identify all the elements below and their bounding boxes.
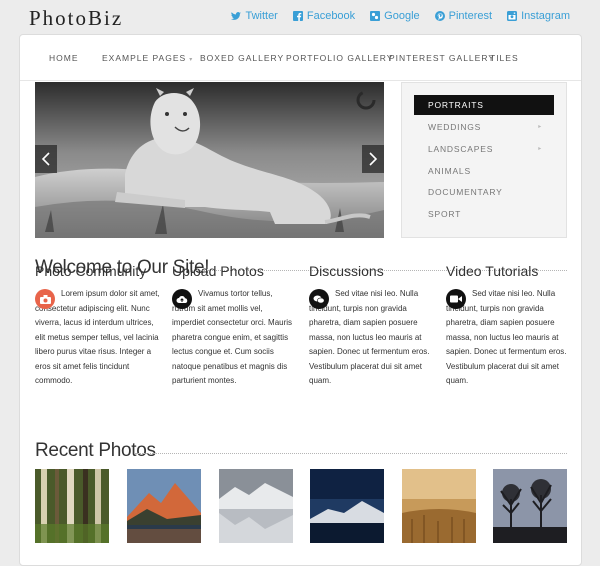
- twitter-icon: [231, 12, 242, 20]
- main-panel: HOME EXAMPLE PAGES ▾ BOXED GALLERY PORTFO…: [19, 34, 582, 566]
- camera-icon: [35, 289, 55, 309]
- nav-item-home[interactable]: HOME: [49, 53, 79, 63]
- video-camera-icon: [446, 289, 466, 309]
- social-link-google[interactable]: Google: [370, 10, 420, 22]
- category-menu: PORTRAITS WEDDINGS ▸ LANDSCAPES ▸ ANIMALS …: [401, 82, 567, 238]
- social-link-twitter[interactable]: Twitter: [231, 10, 278, 22]
- pinterest-icon: [434, 11, 445, 21]
- chevron-left-icon: [41, 152, 50, 166]
- google-icon: [370, 11, 381, 21]
- social-label: Google: [384, 10, 420, 22]
- category-item-sport[interactable]: SPORT: [414, 204, 554, 224]
- category-label: WEDDINGS: [428, 122, 482, 132]
- social-label: Facebook: [306, 10, 356, 22]
- nav-label: BOXED GALLERY: [200, 53, 285, 63]
- nav-item-pinterest-gallery[interactable]: PINTEREST GALLERY: [389, 53, 495, 63]
- feature-photo-community: Photo Community Lorem ipsum dolor sit am…: [35, 263, 160, 385]
- feature-title: Discussions: [309, 263, 384, 279]
- lioness-photo: [35, 82, 384, 238]
- nav-item-tiles[interactable]: TILES: [490, 53, 519, 63]
- slider-prev-button[interactable]: [35, 145, 57, 173]
- nav-label: TILES: [490, 53, 519, 63]
- facebook-icon: [292, 11, 303, 21]
- recent-photos-title: Recent Photos: [35, 440, 156, 461]
- social-label: Pinterest: [448, 10, 493, 22]
- photo-thumbnail-snowy-peak[interactable]: [310, 469, 384, 543]
- feature-video-tutorials: Video Tutorials Sed vitae nisi leo. Null…: [446, 263, 571, 385]
- social-link-instagram[interactable]: Instagram: [507, 10, 570, 22]
- category-label: PORTRAITS: [428, 100, 484, 110]
- photo-thumbnail-forest[interactable]: [35, 469, 109, 543]
- category-label: LANDSCAPES: [428, 144, 494, 154]
- social-link-pinterest[interactable]: Pinterest: [434, 10, 493, 22]
- feature-discussions: Discussions Sed vitae nisi leo. Nulla ti…: [309, 263, 434, 385]
- category-item-documentary[interactable]: DOCUMENTARY: [414, 182, 554, 202]
- social-label: Instagram: [521, 10, 570, 22]
- social-label: Twitter: [245, 10, 278, 22]
- nav-item-boxed-gallery[interactable]: BOXED GALLERY: [200, 53, 284, 63]
- nav-label: PINTEREST GALLERY: [389, 53, 495, 63]
- chat-icon: [309, 289, 329, 309]
- divider: [135, 453, 567, 454]
- nav-item-portfolio-gallery[interactable]: PORTFOLIO GALLERY: [286, 53, 393, 63]
- feature-title: Upload Photos: [172, 263, 264, 279]
- category-label: SPORT: [428, 209, 462, 219]
- hero-slider[interactable]: [35, 82, 384, 238]
- nav-item-example-pages[interactable]: EXAMPLE PAGES ▾: [102, 53, 193, 63]
- social-link-facebook[interactable]: Facebook: [292, 10, 356, 22]
- feature-upload-photos: Upload Photos Vivamus tortor tellus, rut…: [172, 263, 297, 385]
- slider-next-button[interactable]: [362, 145, 384, 173]
- chevron-right-icon: ▸: [538, 124, 542, 130]
- category-item-weddings[interactable]: WEDDINGS ▸: [414, 117, 554, 137]
- photo-thumbnail-winter-lake[interactable]: [219, 469, 293, 543]
- category-label: ANIMALS: [428, 166, 471, 176]
- feature-title: Video Tutorials: [446, 263, 539, 279]
- social-links: Twitter Facebook Google Pinterest Instag…: [231, 10, 570, 22]
- category-label: DOCUMENTARY: [428, 187, 503, 197]
- nav-label: PORTFOLIO GALLERY: [286, 53, 394, 63]
- chevron-right-icon: [369, 152, 378, 166]
- feature-title: Photo Community: [35, 263, 147, 279]
- photo-thumbnail-golden-field[interactable]: [402, 469, 476, 543]
- category-item-animals[interactable]: ANIMALS: [414, 161, 554, 181]
- photo-thumbnail-trees-silhouette[interactable]: [493, 469, 567, 543]
- nav-label: EXAMPLE PAGES: [102, 53, 187, 63]
- category-item-portraits[interactable]: PORTRAITS: [414, 95, 554, 115]
- category-item-landscapes[interactable]: LANDSCAPES ▸: [414, 139, 554, 159]
- site-logo[interactable]: PhotoBiz: [29, 6, 123, 31]
- main-nav: HOME EXAMPLE PAGES ▾ BOXED GALLERY PORTFO…: [20, 35, 581, 81]
- chevron-right-icon: ▸: [538, 146, 542, 152]
- nav-label: HOME: [49, 53, 79, 63]
- instagram-icon: [507, 11, 518, 21]
- chevron-down-icon: ▾: [189, 57, 194, 63]
- photo-thumbnail-mountain-sunset[interactable]: [127, 469, 201, 543]
- cloud-upload-icon: [172, 289, 192, 309]
